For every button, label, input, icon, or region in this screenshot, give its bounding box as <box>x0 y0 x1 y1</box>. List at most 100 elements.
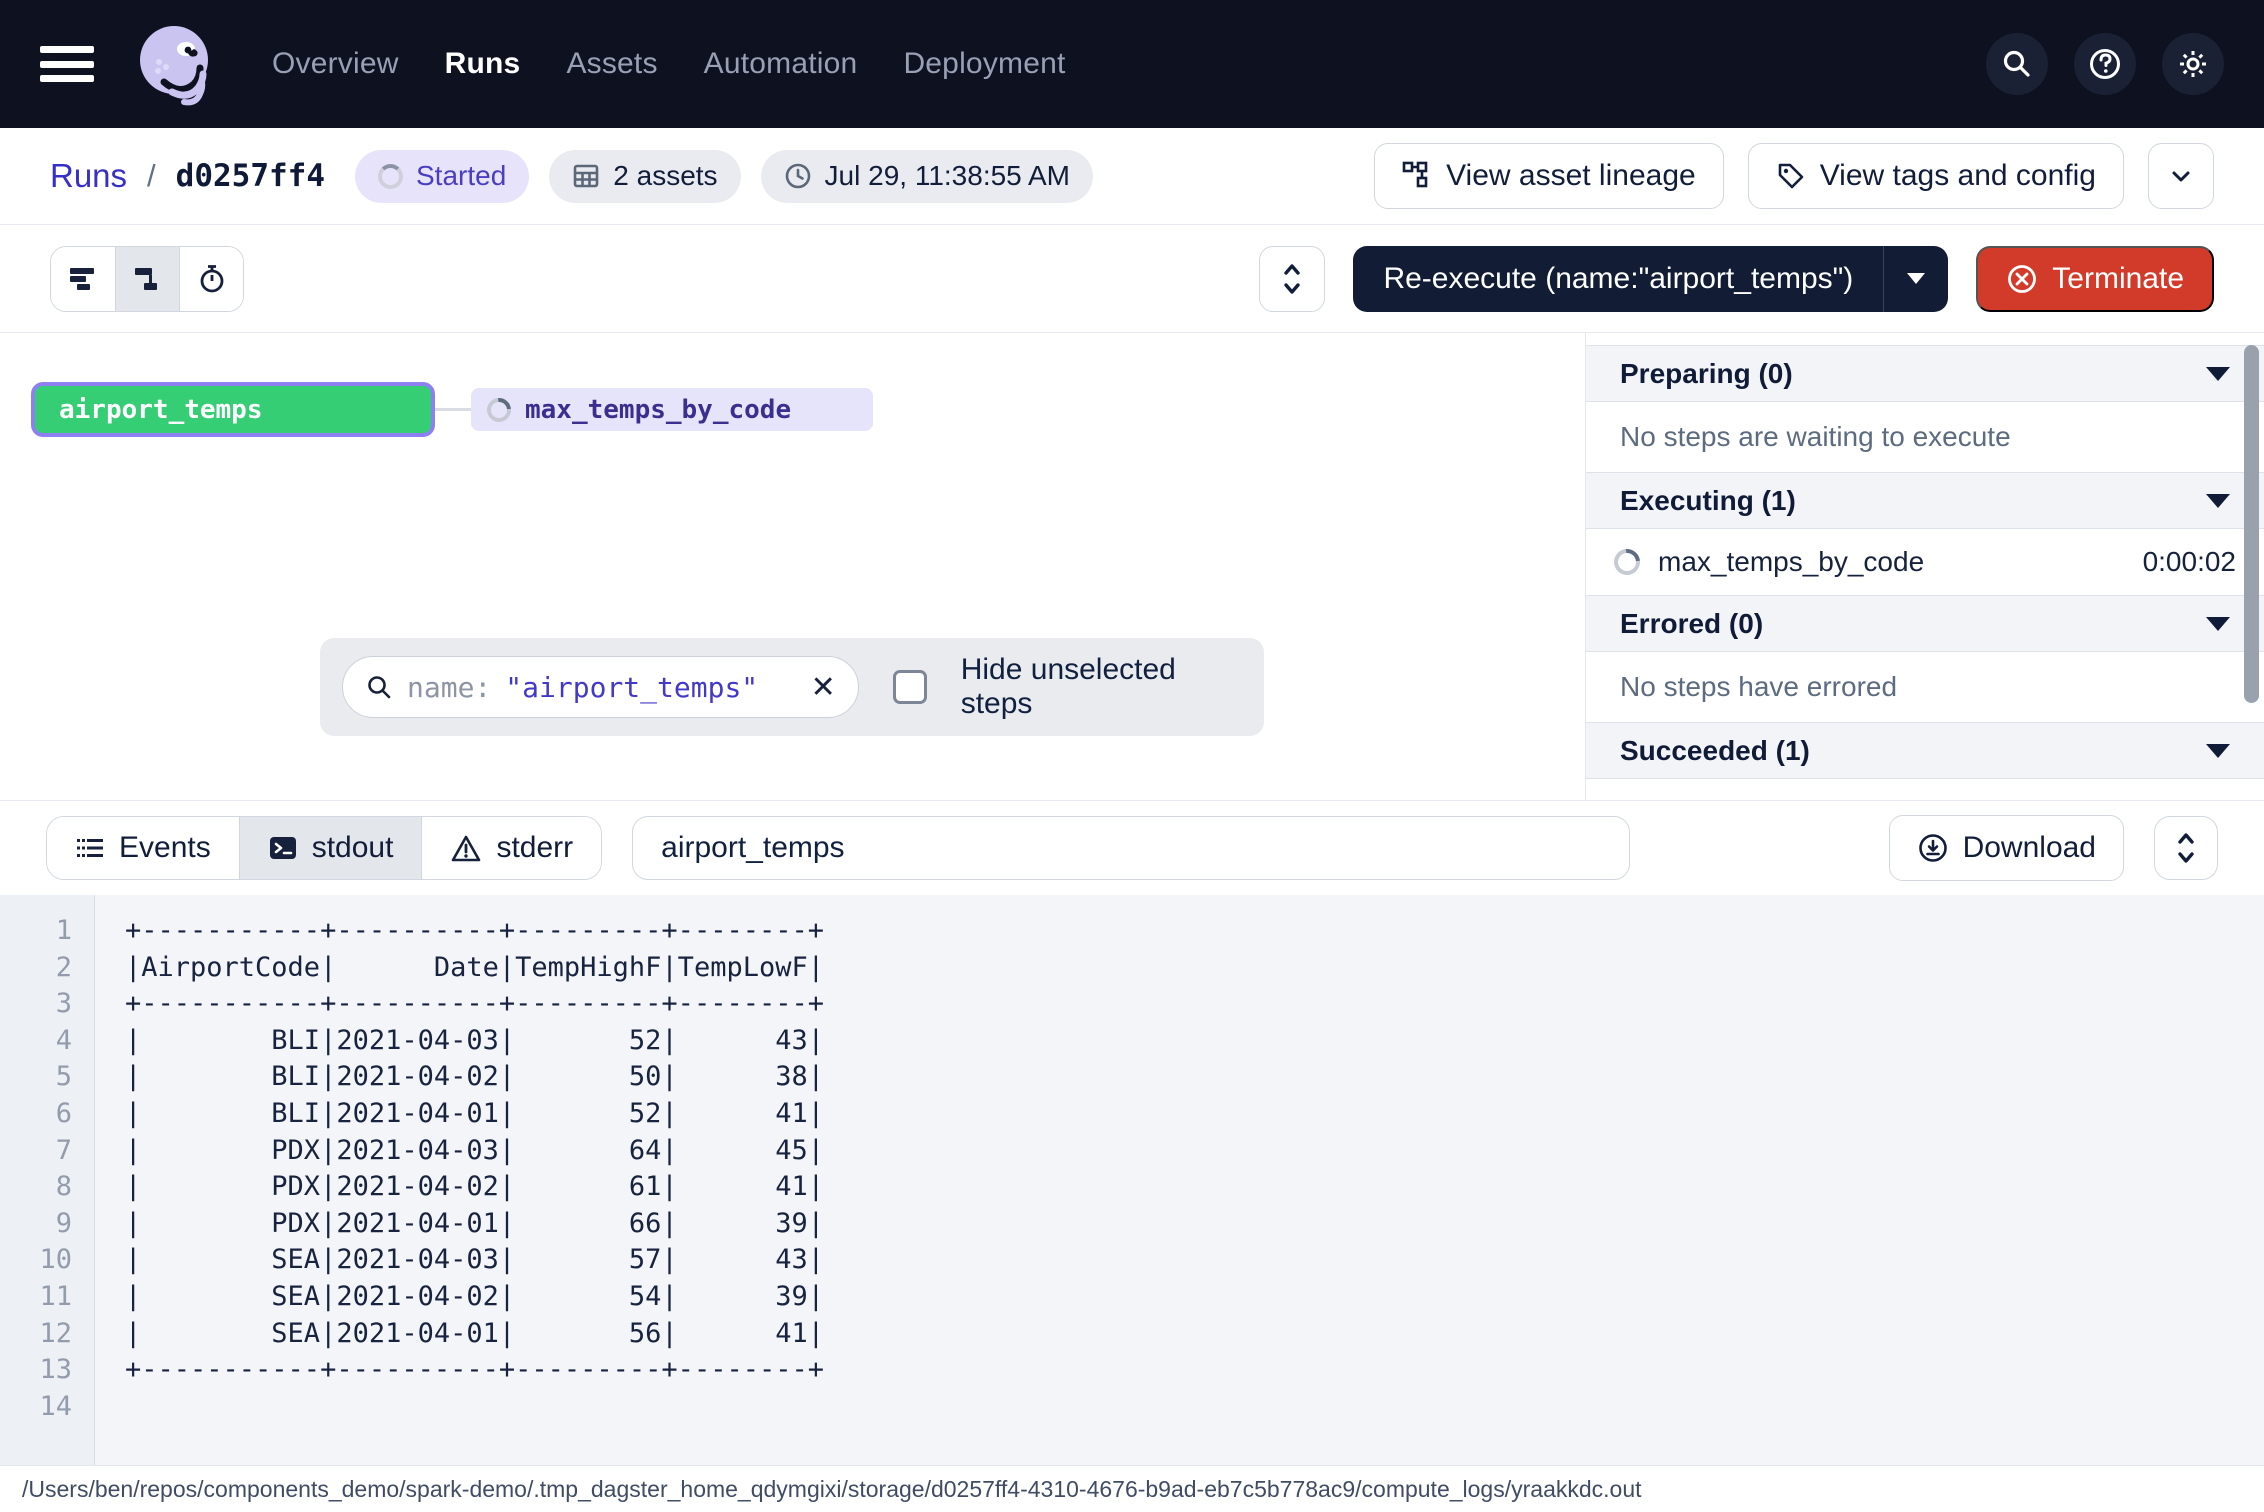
download-button[interactable]: Download <box>1889 815 2124 881</box>
log-line: +-----------+----------+---------+------… <box>125 986 824 1023</box>
hide-unselected-checkbox[interactable] <box>893 670 927 704</box>
log-line-number: 13 <box>0 1352 72 1389</box>
chevron-down-icon <box>2167 162 2195 190</box>
step-filter-input[interactable]: name:"airport_temps" ✕ <box>342 656 859 718</box>
run-toolbar: Re-execute (name:"airport_temps") Termin… <box>0 225 2264 333</box>
dagster-logo-icon[interactable] <box>128 16 224 112</box>
log-line-number: 9 <box>0 1206 72 1243</box>
log-toolbar: Events stdout stderr airport_temps Downl… <box>0 800 2264 895</box>
lineage-icon <box>1402 161 1432 191</box>
hide-unselected-label: Hide unselected steps <box>961 653 1242 721</box>
terminal-icon <box>268 834 298 862</box>
view-waterfall-gantt-button[interactable] <box>115 247 179 311</box>
run-header: Runs / d0257ff4 Started 2 assets Jul 29,… <box>0 128 2264 225</box>
view-asset-lineage-button[interactable]: View asset lineage <box>1374 143 1724 209</box>
executing-spinner-icon <box>482 393 516 427</box>
nav-item-deployment[interactable]: Deployment <box>903 47 1065 81</box>
log-line: |AirportCode| Date|TempHighF|TempLowF| <box>125 950 824 987</box>
clock-icon <box>784 162 812 190</box>
timestamp-badge: Jul 29, 11:38:55 AM <box>761 150 1093 203</box>
search-icon[interactable] <box>1986 33 2048 95</box>
warning-icon <box>450 834 482 863</box>
panel-scrollbar[interactable] <box>2244 345 2259 703</box>
toolbar-right-actions: Re-execute (name:"airport_temps") Termin… <box>1259 246 2214 312</box>
breadcrumb-runs-link[interactable]: Runs <box>50 157 127 195</box>
flat-gantt-icon <box>67 264 99 294</box>
step-node-max-temps-by-code[interactable]: max_temps_by_code <box>471 388 873 431</box>
graph-edge <box>435 408 471 411</box>
log-line-number: 8 <box>0 1169 72 1206</box>
settings-gear-icon[interactable] <box>2162 33 2224 95</box>
nav-item-runs[interactable]: Runs <box>445 47 521 81</box>
caret-down-icon <box>1907 273 1925 284</box>
stdout-log-viewer[interactable]: 1234567891011121314 +-----------+-------… <box>0 895 2264 1465</box>
run-status-badge[interactable]: Started <box>355 150 529 203</box>
help-icon[interactable] <box>2074 33 2136 95</box>
log-line: | BLI|2021-04-02| 50| 38| <box>125 1059 824 1096</box>
reexecute-label: Re-execute (name:"airport_temps") <box>1353 262 1883 296</box>
section-preparing-header[interactable]: Preparing (0) <box>1586 345 2264 402</box>
view-flat-gantt-button[interactable] <box>51 247 115 311</box>
executing-step-name: max_temps_by_code <box>1658 546 1924 578</box>
log-line: | BLI|2021-04-03| 52| 43| <box>125 1023 824 1060</box>
log-line: | PDX|2021-04-02| 61| 41| <box>125 1169 824 1206</box>
log-content: +-----------+----------+---------+------… <box>95 895 824 1465</box>
log-line: +-----------+----------+---------+------… <box>125 1352 824 1389</box>
gantt-view-toggle <box>50 246 244 312</box>
expand-collapse-button[interactable] <box>1259 246 1325 312</box>
log-line-number: 11 <box>0 1279 72 1316</box>
tab-events[interactable]: Events <box>47 817 239 879</box>
run-header-actions: View asset lineage View tags and config <box>1374 143 2214 209</box>
expand-log-button[interactable] <box>2154 816 2218 880</box>
assets-count-badge[interactable]: 2 assets <box>549 150 740 203</box>
log-line <box>125 1389 824 1426</box>
breadcrumb-separator: / <box>147 158 156 194</box>
collapse-triangle-icon <box>2206 367 2230 381</box>
nav-right-actions <box>1986 33 2224 95</box>
tab-stderr[interactable]: stderr <box>421 817 601 879</box>
log-line-number: 5 <box>0 1059 72 1096</box>
log-line-number: 10 <box>0 1242 72 1279</box>
log-line: | BLI|2021-04-01| 52| 41| <box>125 1096 824 1133</box>
log-line-number: 7 <box>0 1133 72 1170</box>
view-timing-button[interactable] <box>179 247 243 311</box>
log-line-number: 6 <box>0 1096 72 1133</box>
step-filter-bar: name:"airport_temps" ✕ Hide unselected s… <box>320 638 1264 736</box>
list-icon <box>75 834 105 862</box>
log-line-number: 2 <box>0 950 72 987</box>
log-line: | SEA|2021-04-02| 54| 39| <box>125 1279 824 1316</box>
log-line-number: 4 <box>0 1023 72 1060</box>
log-line-number: 12 <box>0 1316 72 1353</box>
reexecute-button[interactable]: Re-execute (name:"airport_temps") <box>1353 246 1948 312</box>
log-gutter: 1234567891011121314 <box>0 895 95 1465</box>
nav-item-automation[interactable]: Automation <box>704 47 858 81</box>
terminate-button[interactable]: Terminate <box>1976 246 2214 312</box>
run-id: d0257ff4 <box>176 158 325 194</box>
log-line: | PDX|2021-04-01| 66| 39| <box>125 1206 824 1243</box>
clear-filter-icon[interactable]: ✕ <box>811 670 836 705</box>
log-file-path-bar: /Users/ben/repos/components_demo/spark-d… <box>0 1465 2264 1512</box>
tab-stdout[interactable]: stdout <box>239 817 422 879</box>
log-line: +-----------+----------+---------+------… <box>125 913 824 950</box>
view-tags-config-button[interactable]: View tags and config <box>1748 143 2124 209</box>
waterfall-gantt-icon <box>132 264 164 294</box>
nav-item-assets[interactable]: Assets <box>566 47 657 81</box>
filter-query-value: "airport_temps" <box>505 671 758 704</box>
section-preparing-empty: No steps are waiting to execute <box>1586 402 2264 472</box>
step-node-airport-temps[interactable]: airport_temps <box>31 382 435 437</box>
log-step-input[interactable]: airport_temps <box>632 816 1630 880</box>
section-errored-header[interactable]: Errored (0) <box>1586 595 2264 652</box>
menu-icon[interactable] <box>40 44 94 84</box>
gantt-graph-region: airport_temps max_temps_by_code name:"ai… <box>0 333 1585 800</box>
log-line: | SEA|2021-04-03| 57| 43| <box>125 1242 824 1279</box>
more-actions-chevron-button[interactable] <box>2148 143 2214 209</box>
section-executing-header[interactable]: Executing (1) <box>1586 472 2264 529</box>
nav-item-overview[interactable]: Overview <box>272 47 399 81</box>
run-main-area: airport_temps max_temps_by_code name:"ai… <box>0 333 2264 800</box>
primary-nav: Overview Runs Assets Automation Deployme… <box>272 47 1066 81</box>
reexecute-dropdown-button[interactable] <box>1884 273 1948 284</box>
search-icon <box>365 673 393 701</box>
section-succeeded-header[interactable]: Succeeded (1) <box>1586 722 2264 779</box>
executing-step-elapsed: 0:00:02 <box>2143 546 2236 578</box>
executing-step-row[interactable]: max_temps_by_code 0:00:02 <box>1586 529 2264 595</box>
